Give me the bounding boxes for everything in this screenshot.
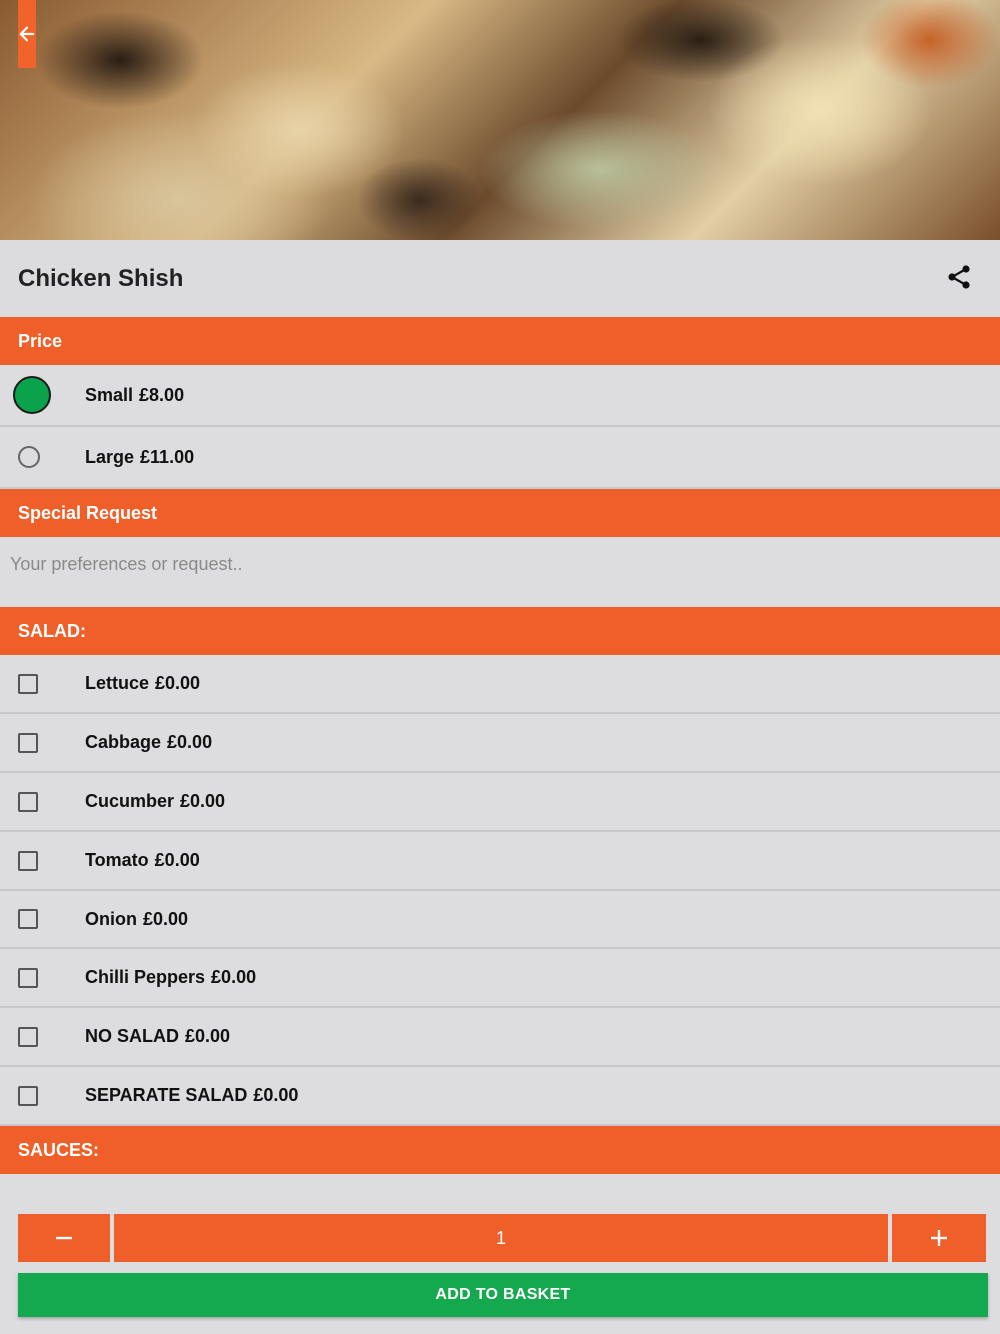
sauces-section-header: SAUCES: bbox=[0, 1126, 1000, 1174]
checkbox[interactable] bbox=[18, 850, 38, 871]
radio-unselected[interactable] bbox=[18, 446, 40, 468]
checkbox[interactable] bbox=[18, 673, 38, 694]
salad-option-label: Onion £0.00 bbox=[85, 908, 189, 929]
price-section-header: Price bbox=[0, 317, 1000, 365]
increase-quantity-button[interactable] bbox=[892, 1214, 986, 1262]
checkbox[interactable] bbox=[18, 967, 38, 988]
checkbox[interactable] bbox=[18, 791, 38, 812]
special-request-input[interactable] bbox=[0, 537, 1000, 607]
back-button[interactable] bbox=[18, 0, 36, 68]
salad-option-lettuce[interactable]: Lettuce £0.00 bbox=[0, 655, 1000, 714]
product-header: Chicken Shish bbox=[0, 240, 1000, 317]
product-title: Chicken Shish bbox=[18, 264, 184, 292]
share-icon[interactable] bbox=[946, 264, 972, 290]
salad-option-label: Chilli Peppers £0.00 bbox=[85, 967, 257, 987]
plus-icon bbox=[931, 1230, 947, 1246]
price-option-small[interactable]: Small £8.00 bbox=[0, 365, 1000, 427]
salad-option-label: Lettuce £0.00 bbox=[85, 673, 201, 693]
salad-option-label: Cabbage £0.00 bbox=[85, 732, 213, 752]
section-title: Special Request bbox=[18, 502, 158, 523]
checkbox[interactable] bbox=[18, 909, 38, 929]
special-request-section-header: Special Request bbox=[0, 489, 1000, 537]
price-option-large[interactable]: Large £11.00 bbox=[0, 427, 1000, 489]
price-option-label: Large £11.00 bbox=[85, 446, 195, 467]
salad-option-onion[interactable]: Onion £0.00 bbox=[0, 891, 1000, 949]
checkbox[interactable] bbox=[18, 732, 38, 753]
salad-option-cucumber[interactable]: Cucumber £0.00 bbox=[0, 773, 1000, 832]
salad-option-label: Tomato £0.00 bbox=[85, 850, 200, 870]
checkbox[interactable] bbox=[18, 1026, 38, 1047]
section-title: Price bbox=[18, 330, 63, 351]
salad-option-label: NO SALAD £0.00 bbox=[85, 1026, 231, 1046]
quantity-stepper: 1 bbox=[18, 1214, 986, 1262]
arrow-left-icon bbox=[19, 26, 35, 42]
section-title: SAUCES: bbox=[18, 1139, 100, 1160]
radio-selected[interactable] bbox=[13, 376, 51, 414]
quantity-value: 1 bbox=[114, 1214, 888, 1262]
section-title: SALAD: bbox=[18, 620, 86, 641]
salad-option-separate-salad[interactable]: SEPARATE SALAD £0.00 bbox=[0, 1067, 1000, 1126]
salad-option-no-salad[interactable]: NO SALAD £0.00 bbox=[0, 1008, 1000, 1067]
salad-option-cabbage[interactable]: Cabbage £0.00 bbox=[0, 714, 1000, 773]
salad-section-header: SALAD: bbox=[0, 607, 1000, 655]
price-option-label: Small £8.00 bbox=[85, 384, 185, 405]
salad-option-tomato[interactable]: Tomato £0.00 bbox=[0, 832, 1000, 891]
add-to-basket-button[interactable]: ADD TO BASKET bbox=[18, 1273, 988, 1317]
salad-option-label: SEPARATE SALAD £0.00 bbox=[85, 1085, 299, 1105]
minus-icon bbox=[56, 1236, 72, 1240]
salad-option-label: Cucumber £0.00 bbox=[85, 791, 226, 811]
decrease-quantity-button[interactable] bbox=[18, 1214, 110, 1262]
checkbox[interactable] bbox=[18, 1085, 38, 1106]
product-image bbox=[0, 0, 1000, 240]
salad-option-chilli-peppers[interactable]: Chilli Peppers £0.00 bbox=[0, 949, 1000, 1008]
